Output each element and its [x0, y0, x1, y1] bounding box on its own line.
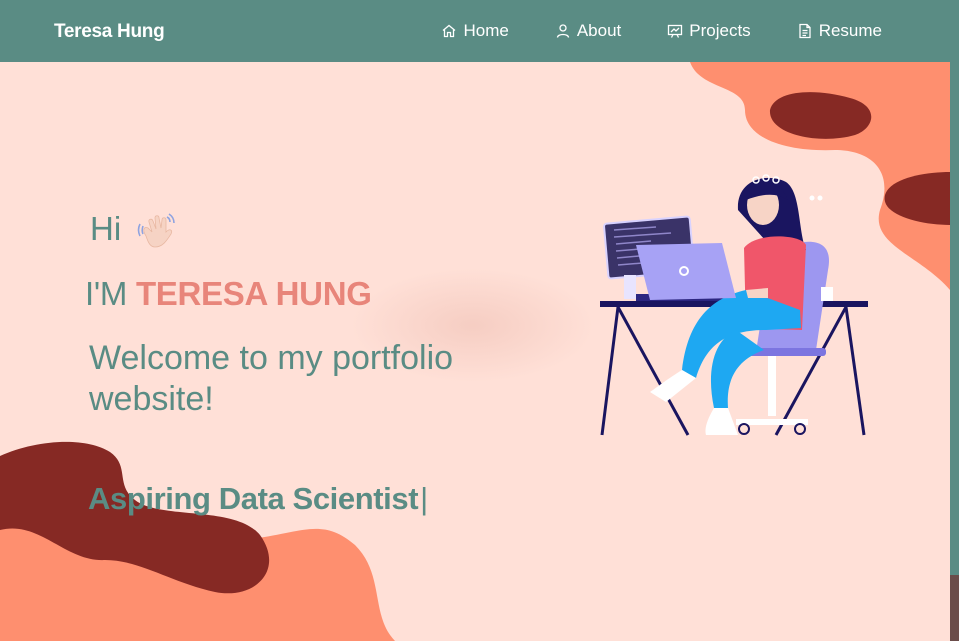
nav-projects-label: Projects — [689, 21, 751, 40]
scrollbar-thumb[interactable] — [950, 575, 959, 641]
typewriter-text: Aspiring Data Scientist| — [88, 481, 428, 517]
navbar: Teresa Hung Home About Projects Resume — [0, 0, 950, 62]
intro-name: TERESA HUNG — [135, 275, 372, 312]
typewriter-cursor: | — [420, 481, 428, 516]
brand-logo[interactable]: Teresa Hung — [54, 21, 165, 43]
intro-heading: I'M TERESA HUNG — [85, 275, 372, 313]
waving-hand-icon — [137, 213, 175, 248]
presentation-icon — [668, 24, 683, 38]
nav-about[interactable]: About — [555, 16, 621, 46]
hero-section: Hi I'M TERESA HUNG Welcome to my portfol… — [0, 0, 950, 641]
greeting-text: Hi — [90, 210, 122, 247]
nav-projects[interactable]: Projects — [667, 16, 751, 46]
nav-home[interactable]: Home — [441, 16, 509, 46]
intro-prefix: I'M — [85, 275, 128, 312]
page-scrollbar[interactable] — [950, 0, 959, 641]
developer-illustration — [600, 174, 868, 436]
nav-home-label: Home — [463, 21, 509, 40]
welcome-text: Welcome to my portfolio website! — [89, 339, 454, 418]
nav-resume-label: Resume — [818, 21, 882, 40]
typewriter-value: Aspiring Data Scientist — [88, 481, 419, 516]
nav-resume[interactable]: Resume — [797, 16, 882, 46]
nav-links: Home About Projects Resume — [395, 0, 882, 62]
user-icon — [556, 24, 569, 38]
document-icon — [799, 23, 811, 39]
home-icon — [443, 24, 456, 38]
nav-about-label: About — [576, 21, 622, 40]
